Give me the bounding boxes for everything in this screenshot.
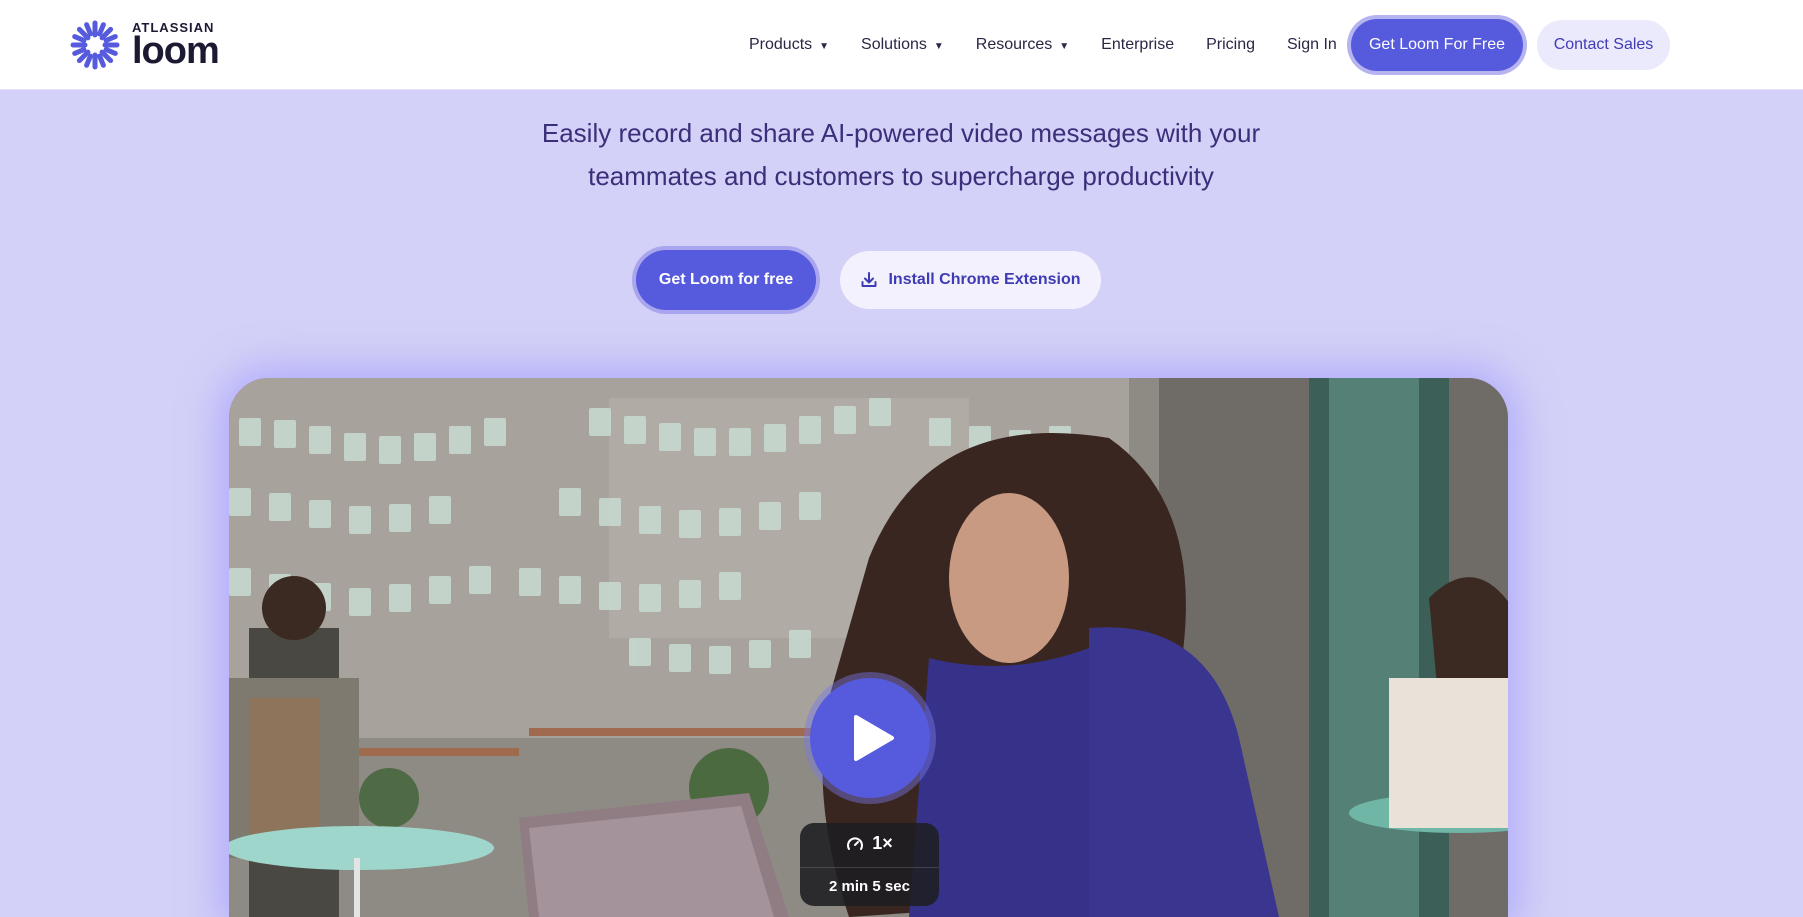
main-nav: Products ▼ Solutions ▼ Resources ▼ Enter… — [749, 0, 1369, 90]
caret-down-icon: ▼ — [819, 40, 830, 52]
get-loom-free-button[interactable]: Get Loom for free — [636, 250, 816, 310]
nav-solutions[interactable]: Solutions ▼ — [861, 36, 944, 54]
caret-down-icon: ▼ — [1059, 40, 1070, 52]
nav-enterprise-label: Enterprise — [1101, 36, 1175, 53]
contact-sales-button[interactable]: Contact Sales — [1537, 20, 1670, 70]
playback-info-pill[interactable]: 1× 2 min 5 sec — [800, 823, 939, 906]
download-icon — [861, 272, 877, 287]
nav-enterprise[interactable]: Enterprise — [1101, 36, 1174, 54]
site-header: ATLASSIAN loom Products ▼ Solutions ▼ Re… — [0, 0, 1803, 90]
playback-speed[interactable]: 1× — [800, 833, 939, 854]
nav-resources[interactable]: Resources ▼ — [976, 36, 1069, 54]
install-chrome-extension-button[interactable]: Install Chrome Extension — [840, 251, 1101, 309]
caret-down-icon: ▼ — [933, 40, 944, 52]
hero-subtitle-line1: Easily record and share AI-powered video… — [541, 118, 1261, 148]
install-chrome-extension-label: Install Chrome Extension — [888, 271, 1081, 288]
nav-solutions-label: Solutions — [861, 36, 927, 53]
nav-products-label: Products — [749, 36, 813, 53]
get-loom-free-nav-button[interactable]: Get Loom For Free — [1351, 19, 1523, 71]
loom-logo[interactable]: ATLASSIAN loom — [70, 20, 220, 72]
video-duration: 2 min 5 sec — [829, 878, 910, 895]
playback-speed-value: 1× — [872, 833, 893, 853]
speedometer-icon — [847, 836, 864, 850]
hero-subtitle-line2: teammates and customers to supercharge p… — [588, 161, 1214, 191]
nav-resources-label: Resources — [975, 36, 1053, 53]
logo-loom-text: loom — [132, 29, 220, 72]
nav-products[interactable]: Products ▼ — [749, 36, 829, 54]
nav-sign-in-label: Sign In — [1287, 36, 1337, 53]
nav-pricing-label: Pricing — [1206, 36, 1255, 53]
nav-pricing[interactable]: Pricing — [1206, 36, 1255, 54]
play-button[interactable] — [810, 678, 930, 798]
hero-subtitle: Easily record and share AI-powered video… — [401, 112, 1401, 198]
play-icon — [854, 715, 894, 761]
nav-sign-in[interactable]: Sign In — [1287, 36, 1337, 54]
pill-divider — [800, 867, 939, 868]
loom-burst-icon — [70, 20, 120, 70]
